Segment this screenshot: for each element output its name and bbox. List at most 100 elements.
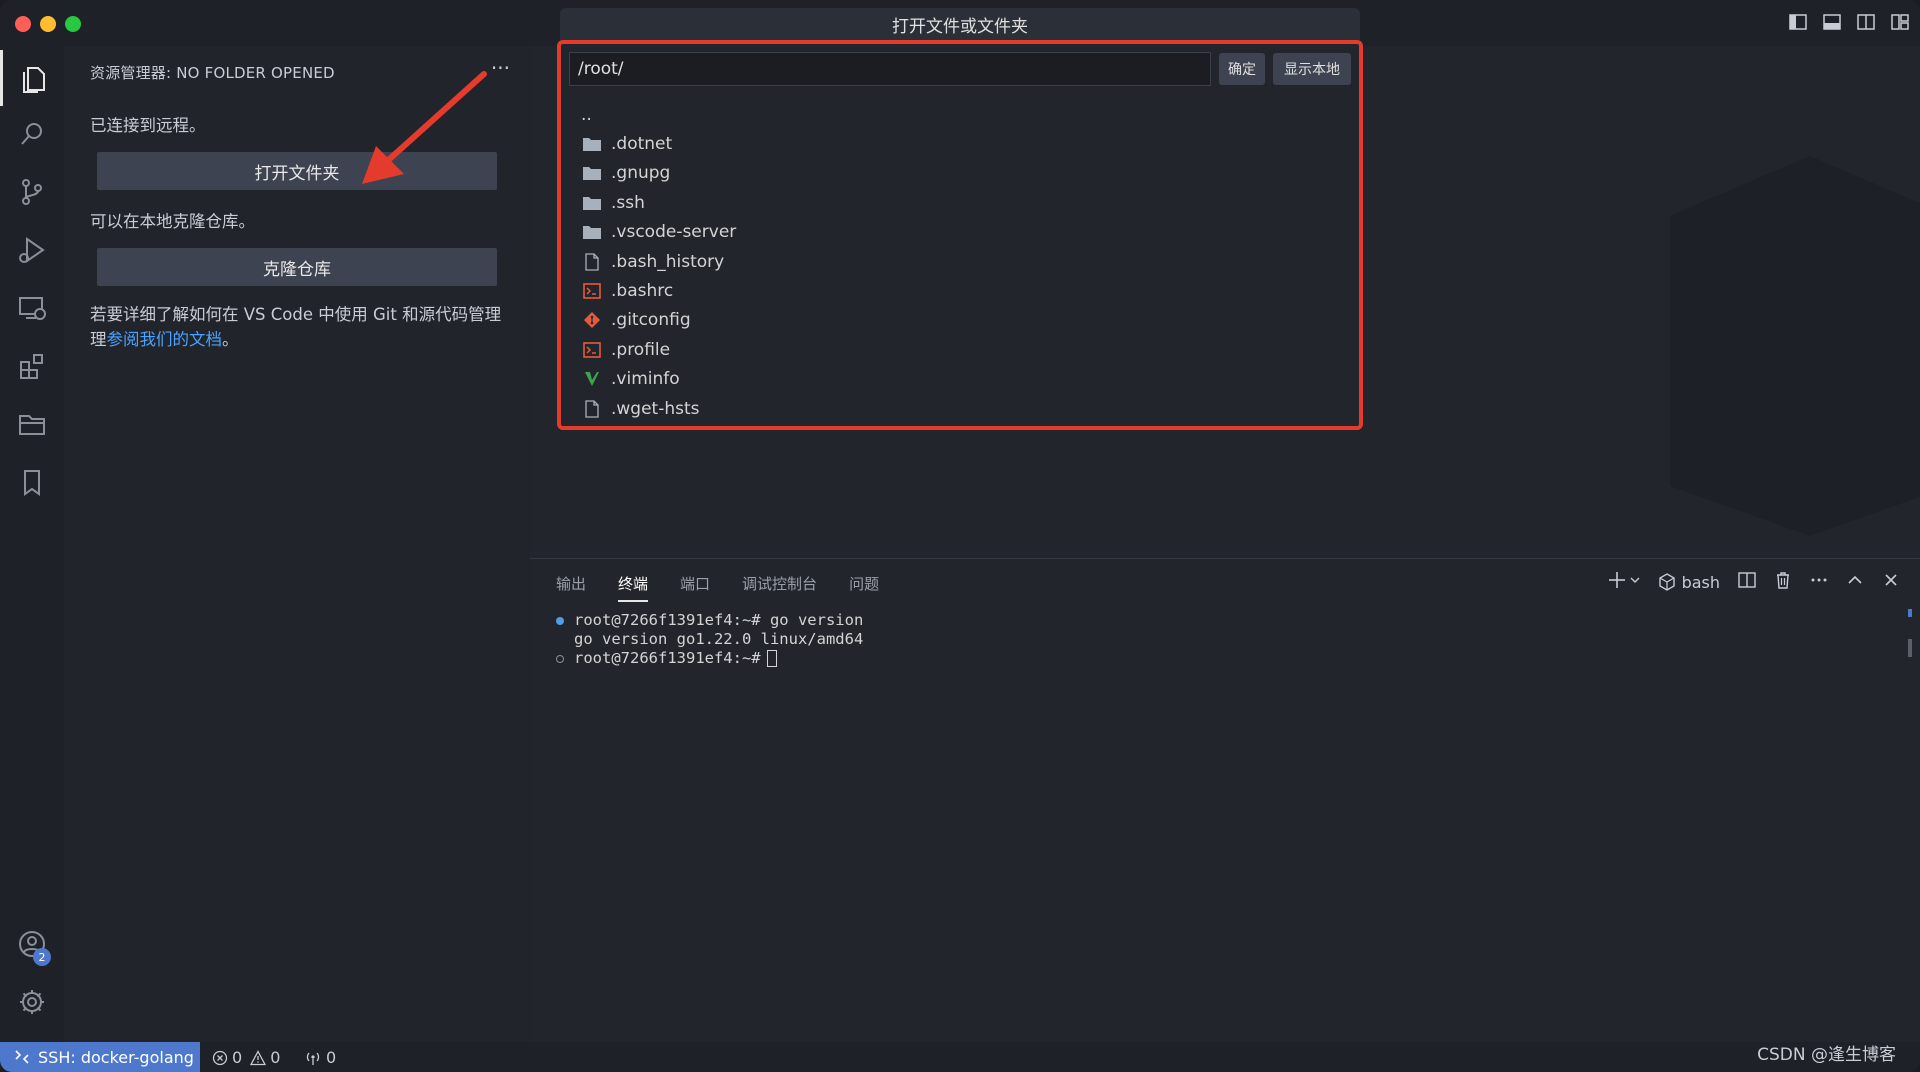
source-control-icon[interactable] xyxy=(0,164,64,220)
search-icon[interactable] xyxy=(0,106,64,162)
vscode-logo-watermark xyxy=(1670,156,1920,536)
file-list-item-label: .wget-hsts xyxy=(611,398,700,419)
shell-icon xyxy=(1658,573,1675,591)
close-panel-icon[interactable] xyxy=(1882,571,1900,593)
help-text-part: 。 xyxy=(222,330,239,349)
file-list-item[interactable]: .dotnet xyxy=(581,129,1341,158)
ports-count: 0 xyxy=(326,1048,337,1067)
terminal-scroll-marker xyxy=(1908,609,1912,617)
file-list-item-label: .. xyxy=(581,104,592,125)
run-debug-icon[interactable] xyxy=(0,222,64,278)
clone-hint-text: 可以在本地克隆仓库。 xyxy=(90,212,255,231)
terminal-line: go version go1.22.0 linux/amd64 xyxy=(574,630,864,648)
terminal-line: root@7266f1391ef4:~# go version xyxy=(574,611,864,629)
annotation-arrow-icon xyxy=(362,71,487,184)
file-list-item-label: .profile xyxy=(611,339,671,360)
remote-icon xyxy=(15,1050,29,1064)
sidebar-title: 资源管理器: NO FOLDER OPENED xyxy=(90,64,335,82)
terminal-scrollbar[interactable] xyxy=(1908,639,1912,657)
path-input[interactable]: /root/ xyxy=(569,52,1211,86)
clone-repo-button[interactable]: 克隆仓库 xyxy=(97,248,497,286)
folder-icon xyxy=(581,134,603,154)
remote-explorer-icon[interactable] xyxy=(0,280,64,336)
warning-count: 0 xyxy=(270,1048,281,1067)
file-list-item[interactable]: .vscode-server xyxy=(581,218,1341,247)
file-list-item[interactable]: .gnupg xyxy=(581,159,1341,188)
terminal[interactable]: root@7266f1391ef4:~# go version go versi… xyxy=(556,611,863,668)
explorer-sidebar: 资源管理器: NO FOLDER OPENED ··· 已连接到远程。 打开文件… xyxy=(64,46,530,1042)
new-terminal-icon[interactable] xyxy=(1608,571,1640,593)
close-window-button[interactable] xyxy=(15,16,31,32)
customize-layout-icon[interactable] xyxy=(1890,12,1910,32)
panel-tab[interactable]: 终端 xyxy=(618,573,649,602)
error-icon xyxy=(212,1050,228,1065)
accounts-badge: 2 xyxy=(33,948,51,966)
settings-gear-icon[interactable] xyxy=(0,974,64,1030)
toggle-secondary-sidebar-icon[interactable] xyxy=(1856,12,1876,32)
bookmark-icon[interactable] xyxy=(0,454,64,510)
toggle-panel-icon[interactable] xyxy=(1822,12,1842,32)
file-list-item[interactable]: .ssh xyxy=(581,188,1341,217)
terminal-shell-selector[interactable]: bash xyxy=(1658,573,1720,592)
open-file-quickpick: /root/ 确定 显示本地 .. .dotnet .gnupg .ssh .vscod… xyxy=(557,40,1363,430)
file-list-item[interactable]: .gitconfig xyxy=(581,306,1341,335)
broadcast-icon xyxy=(306,1052,320,1065)
maximize-window-button[interactable] xyxy=(65,16,81,32)
panel-tab[interactable]: 输出 xyxy=(556,573,586,602)
file-list-item[interactable]: .bashrc xyxy=(581,276,1341,305)
problems-status[interactable]: 0 0 xyxy=(212,1048,280,1067)
terminal-file-icon xyxy=(581,281,603,301)
panel-tab[interactable]: 调试控制台 xyxy=(742,573,817,602)
folder-manager-icon[interactable] xyxy=(0,396,64,452)
shell-label: bash xyxy=(1681,572,1720,592)
show-local-button[interactable]: 显示本地 xyxy=(1273,53,1351,85)
file-list: .. .dotnet .gnupg .ssh .vscode-server .bash_h… xyxy=(581,100,1341,423)
panel-actions: bash xyxy=(1608,571,1900,593)
command-success-dot xyxy=(556,616,564,625)
accounts-icon[interactable]: 2 xyxy=(0,916,64,972)
file-list-item-label: .ssh xyxy=(611,192,645,213)
minimize-window-button[interactable] xyxy=(40,16,56,32)
folder-icon xyxy=(581,222,603,242)
ports-status[interactable]: 0 xyxy=(304,1048,336,1067)
ok-button[interactable]: 确定 xyxy=(1219,53,1265,85)
file-list-item-label: .bash_history xyxy=(611,251,725,272)
kill-terminal-trash-icon[interactable] xyxy=(1774,571,1792,593)
terminal-file-icon xyxy=(581,340,603,360)
remote-indicator[interactable]: SSH: docker-golang xyxy=(0,1042,200,1072)
docs-link[interactable]: 参阅我们的文档 xyxy=(107,330,223,349)
extensions-icon[interactable] xyxy=(0,338,64,394)
folder-icon xyxy=(581,193,603,213)
panel-tab[interactable]: 端口 xyxy=(680,573,710,602)
error-count: 0 xyxy=(232,1048,243,1067)
toggle-primary-sidebar-icon[interactable] xyxy=(1788,12,1808,32)
maximize-panel-icon[interactable] xyxy=(1846,571,1864,593)
panel-more-icon[interactable] xyxy=(1810,571,1828,593)
bottom-panel: 输出 终端 端口 调试控制台 问题 bash root@7266f1391ef4… xyxy=(530,558,1920,1042)
connected-text: 已连接到远程。 xyxy=(90,116,206,135)
file-list-item[interactable]: .. xyxy=(581,100,1341,129)
git-help-text: 若要详细了解如何在 VS Code 中使用 Git 和源代码管理理参阅我们的文档… xyxy=(90,302,510,352)
vim-icon xyxy=(581,369,603,389)
file-list-item-label: .gitconfig xyxy=(611,310,691,331)
explorer-icon[interactable] xyxy=(0,50,64,106)
panel-tab[interactable]: 问题 xyxy=(849,573,879,602)
file-list-item-label: .viminfo xyxy=(611,369,680,390)
file-list-item[interactable]: .viminfo xyxy=(581,365,1341,394)
file-list-item-label: .vscode-server xyxy=(611,222,737,243)
remote-label: SSH: docker-golang xyxy=(38,1047,194,1067)
panel-tabs: 输出 终端 端口 调试控制台 问题 xyxy=(556,573,911,602)
file-icon xyxy=(581,252,603,272)
quickpick-title: 打开文件或文件夹 xyxy=(560,8,1360,40)
file-list-item[interactable]: .profile xyxy=(581,335,1341,364)
terminal-line: root@7266f1391ef4:~# xyxy=(574,649,761,667)
file-list-item-label: .dotnet xyxy=(611,134,673,155)
file-list-item-label: .bashrc xyxy=(611,281,674,302)
file-list-item[interactable]: .wget-hsts xyxy=(581,394,1341,423)
csdn-watermark: CSDN @逢生博客 xyxy=(1757,1045,1896,1065)
warning-icon xyxy=(250,1049,267,1065)
activity-bar: 2 xyxy=(0,46,64,1042)
split-terminal-icon[interactable] xyxy=(1738,571,1756,593)
file-icon xyxy=(581,399,603,419)
file-list-item[interactable]: .bash_history xyxy=(581,247,1341,276)
